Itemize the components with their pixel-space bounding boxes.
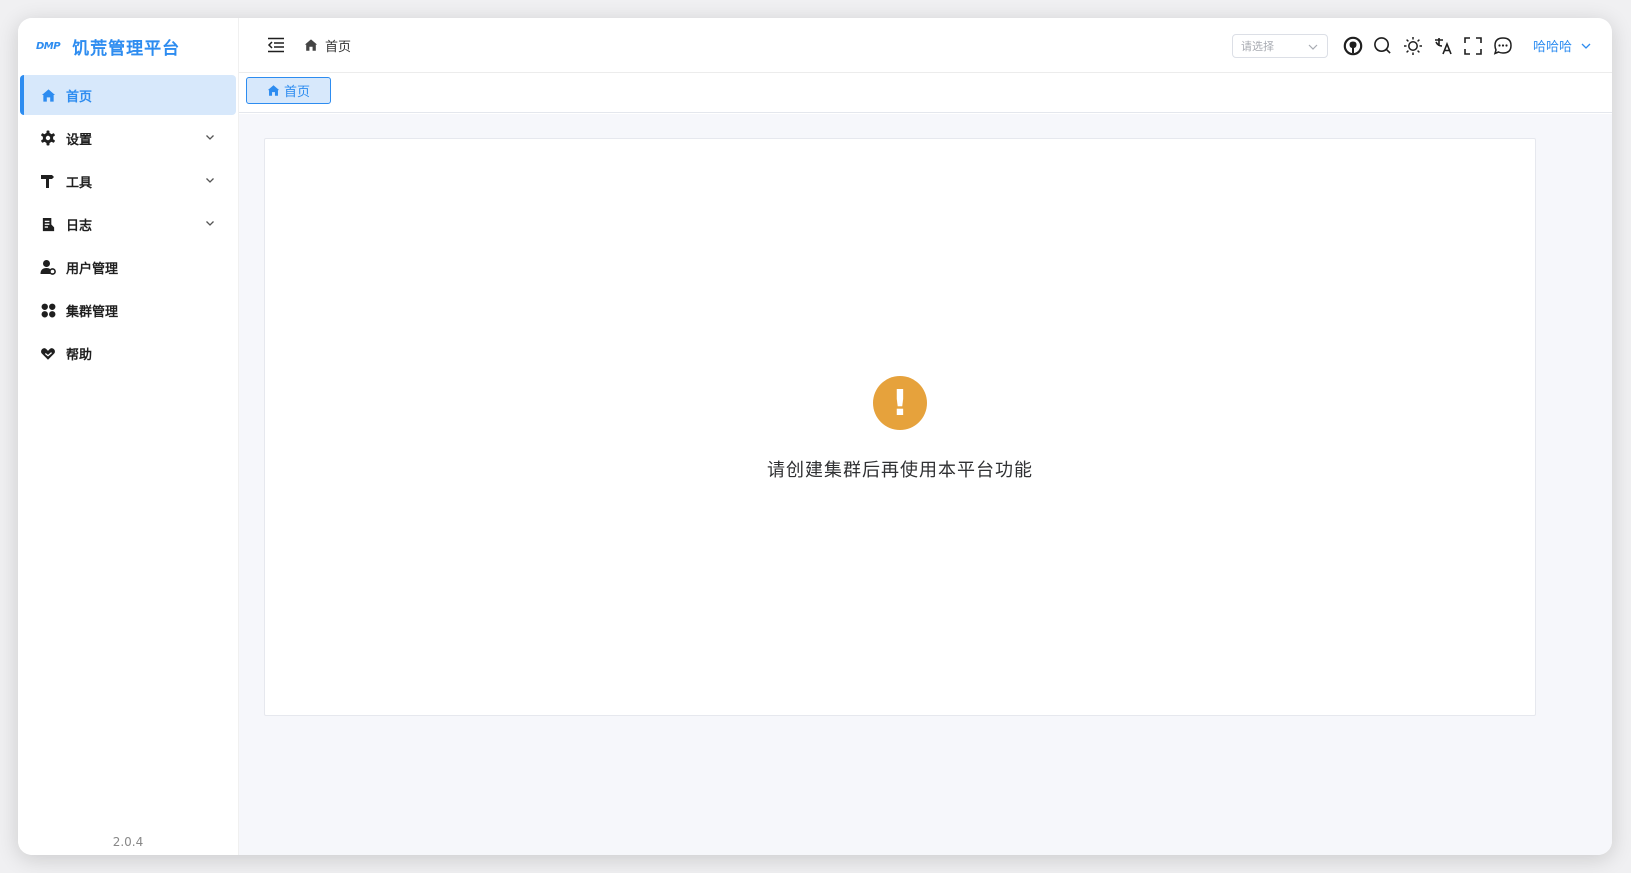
breadcrumb-label: 首页 xyxy=(325,39,352,55)
tab-home[interactable]: 首页 xyxy=(246,77,331,104)
main-content: ! 请创建集群后再使用本平台功能 xyxy=(239,114,1612,855)
header-actions: 请选择 哈哈哈 xyxy=(1231,18,1592,73)
document-icon xyxy=(40,216,56,232)
cluster-select[interactable]: 请选择 xyxy=(1231,33,1328,58)
sidebar-item-label: 首页 xyxy=(66,89,93,105)
sidebar: DMP 饥荒管理平台 首页 设置 工具 日志 用户管理 集群管理 帮助 2.0.… xyxy=(18,18,239,855)
chevron-down-icon xyxy=(206,178,214,183)
cluster-icon xyxy=(40,302,56,318)
chevron-down-icon xyxy=(206,135,214,140)
fullscreen-icon[interactable] xyxy=(1463,36,1483,56)
empty-state: ! 请创建集群后再使用本平台功能 xyxy=(265,376,1535,482)
sidebar-item-settings[interactable]: 设置 xyxy=(20,118,236,158)
search-icon[interactable] xyxy=(1373,36,1393,56)
sidebar-item-label: 设置 xyxy=(66,132,93,148)
github-icon[interactable] xyxy=(1343,36,1363,56)
home-icon xyxy=(40,87,56,103)
tabs-bar: 首页 xyxy=(239,73,1612,113)
brand[interactable]: DMP 饥荒管理平台 xyxy=(18,18,238,75)
tab-label: 首页 xyxy=(283,85,310,100)
sidebar-menu: 首页 设置 工具 日志 用户管理 集群管理 帮助 xyxy=(18,75,238,373)
app-window: DMP 饥荒管理平台 首页 设置 工具 日志 用户管理 集群管理 帮助 2.0.… xyxy=(18,18,1612,855)
chat-icon[interactable] xyxy=(1493,36,1513,56)
version-label: 2.0.4 xyxy=(112,835,144,849)
menu-collapse-icon[interactable] xyxy=(267,35,287,55)
user-gear-icon xyxy=(40,259,56,275)
sidebar-item-tools[interactable]: 工具 xyxy=(20,161,236,201)
content-card: ! 请创建集群后再使用本平台功能 xyxy=(264,138,1536,716)
sidebar-item-label: 日志 xyxy=(66,218,93,234)
sidebar-item-logs[interactable]: 日志 xyxy=(20,204,236,244)
brand-logo: DMP xyxy=(36,41,61,52)
sidebar-item-label: 帮助 xyxy=(66,347,93,363)
translate-icon[interactable] xyxy=(1433,36,1453,56)
username: 哈哈哈 xyxy=(1532,40,1572,55)
sidebar-item-help[interactable]: 帮助 xyxy=(20,333,236,373)
chevron-down-icon xyxy=(206,221,214,226)
sun-icon[interactable] xyxy=(1403,36,1423,56)
breadcrumb[interactable]: 首页 xyxy=(304,36,351,55)
chevron-down-icon xyxy=(1581,43,1591,49)
sidebar-item-label: 工具 xyxy=(66,175,93,191)
sidebar-item-label: 用户管理 xyxy=(66,261,119,277)
heart-hand-icon xyxy=(40,345,56,361)
user-menu[interactable]: 哈哈哈 xyxy=(1533,36,1592,55)
hammer-icon xyxy=(40,173,56,189)
top-header: 首页 请选择 哈哈哈 xyxy=(239,18,1612,73)
warning-glyph: ! xyxy=(891,382,909,424)
empty-state-message: 请创建集群后再使用本平台功能 xyxy=(767,460,1033,481)
sidebar-item-label: 集群管理 xyxy=(66,304,119,320)
chevron-down-icon xyxy=(1308,44,1318,50)
brand-title: 饥荒管理平台 xyxy=(72,39,181,59)
sidebar-item-user-management[interactable]: 用户管理 xyxy=(20,247,236,287)
home-icon xyxy=(267,85,280,96)
sidebar-item-home[interactable]: 首页 xyxy=(20,75,236,115)
sidebar-item-cluster-management[interactable]: 集群管理 xyxy=(20,290,236,330)
gear-icon xyxy=(40,130,56,146)
select-placeholder: 请选择 xyxy=(1240,39,1274,53)
exclamation-icon: ! xyxy=(873,376,927,430)
home-icon xyxy=(304,39,318,51)
